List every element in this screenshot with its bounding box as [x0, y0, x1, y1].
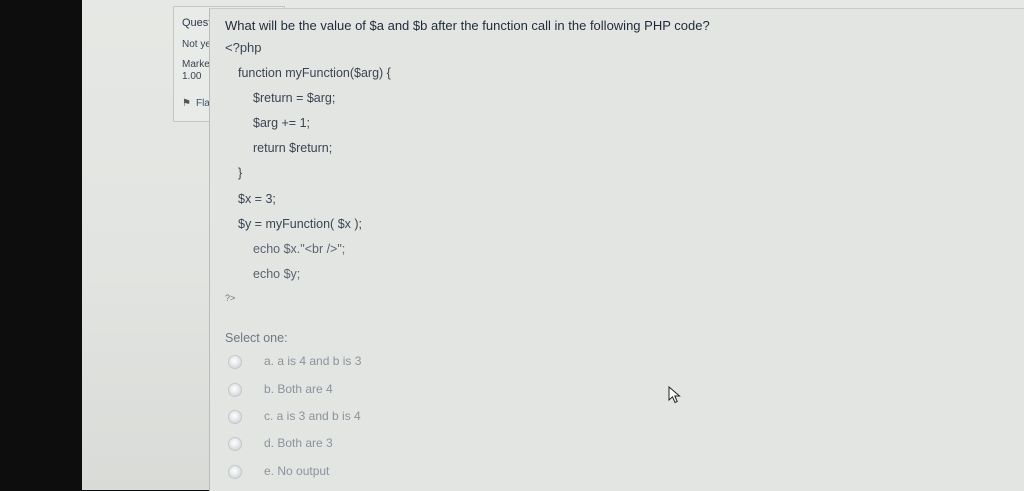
- radio-icon[interactable]: [228, 355, 242, 369]
- code-line: $y = myFunction( $x );: [238, 217, 362, 231]
- radio-icon[interactable]: [228, 383, 242, 397]
- radio-icon[interactable]: [228, 437, 242, 451]
- code-line: }: [238, 166, 243, 180]
- select-one-label: Select one:: [225, 331, 288, 345]
- answer-option-label[interactable]: c. a is 3 and b is 4: [264, 409, 361, 423]
- answer-option-label[interactable]: d. Both are 3: [264, 436, 333, 450]
- code-line: ?>: [225, 293, 236, 303]
- code-line: function myFunction($arg) {: [238, 66, 391, 80]
- code-line: <?php: [225, 40, 262, 55]
- mouse-pointer-icon: [668, 386, 681, 404]
- answer-option-label[interactable]: a. a is 4 and b is 3: [264, 354, 361, 368]
- code-line: return $return;: [253, 141, 333, 155]
- code-line: echo $y;: [253, 267, 301, 281]
- answer-option-label[interactable]: b. Both are 4: [264, 382, 333, 396]
- flag-icon: ⚑: [182, 98, 191, 109]
- code-line: $x = 3;: [238, 192, 276, 206]
- answer-option-label[interactable]: e. No output: [264, 464, 329, 478]
- question-content-panel: What will be the value of $a and $b afte…: [209, 8, 1024, 491]
- question-text: What will be the value of $a and $b afte…: [225, 18, 710, 33]
- code-line: $arg += 1;: [253, 116, 310, 130]
- radio-icon[interactable]: [228, 410, 242, 424]
- radio-icon[interactable]: [228, 465, 242, 479]
- code-line: $return = $arg;: [253, 91, 336, 105]
- code-line: echo $x."<br />";: [253, 242, 346, 256]
